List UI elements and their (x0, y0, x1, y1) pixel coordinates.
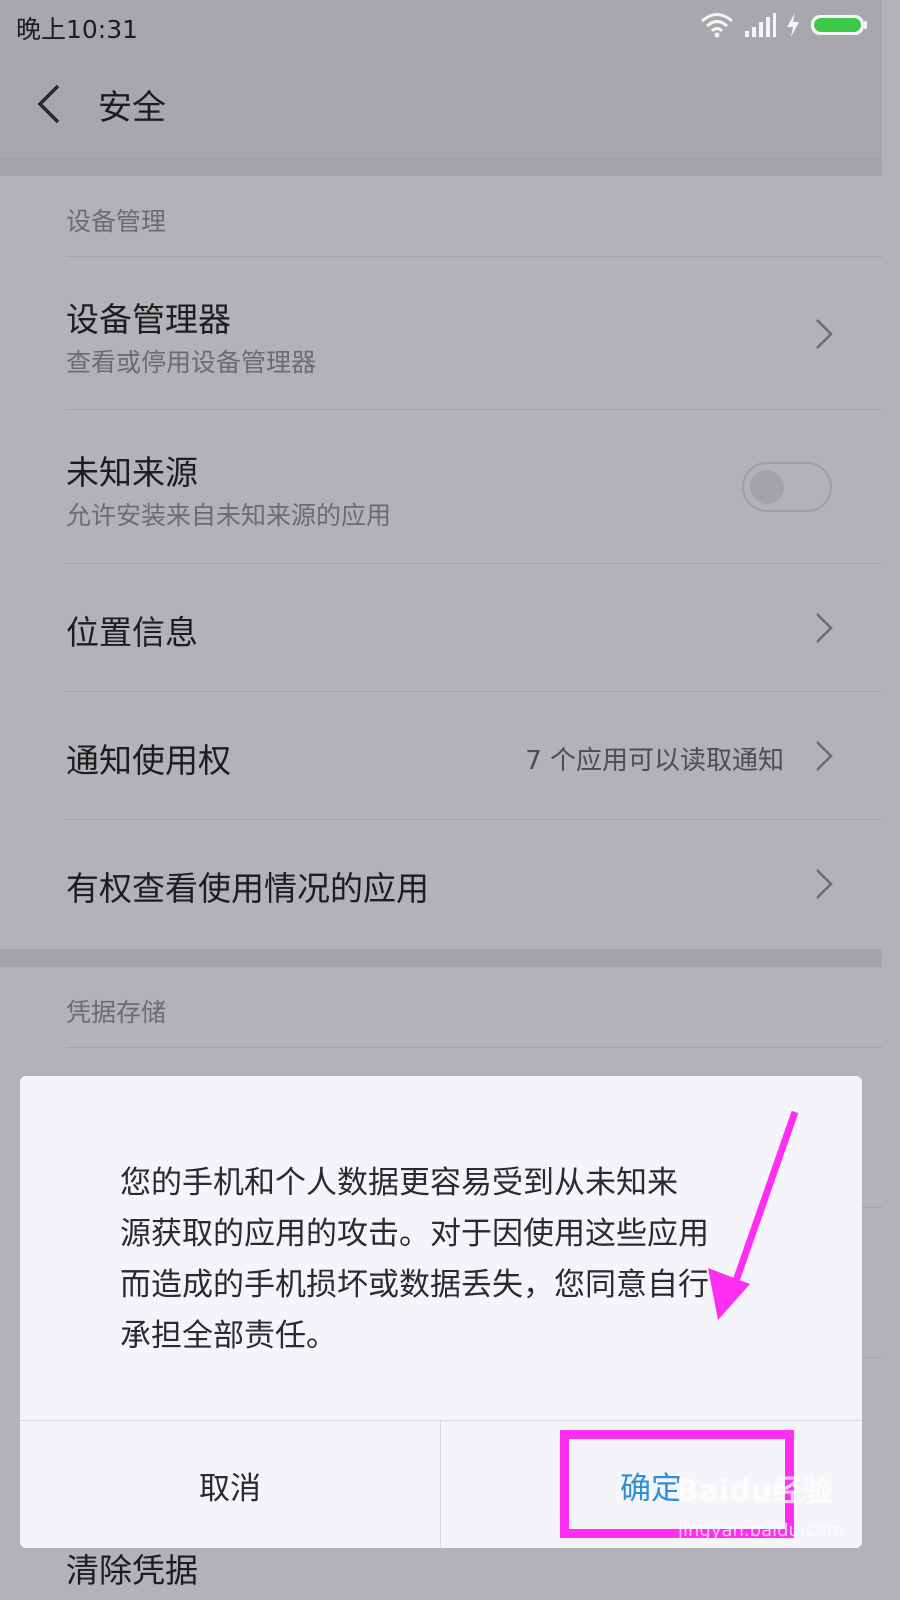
cancel-button[interactable]: 取消 (20, 1421, 441, 1549)
dialog-message: 您的手机和个人数据更容易受到从未知来 源获取的应用的攻击。对于因使用这些应用 而… (120, 1158, 770, 1362)
status-icons (700, 8, 868, 42)
unknown-sources-toggle[interactable] (742, 462, 832, 512)
toggle-knob (750, 470, 784, 504)
status-bar: 晚上10:31 (0, 0, 882, 50)
signal-icon (745, 13, 776, 37)
dialog-message-line: 源获取的应用的攻击。对于因使用这些应用 (120, 1216, 709, 1252)
row-subtitle: 允许安装来自未知来源的应用 (66, 501, 392, 530)
chevron-right-icon (816, 741, 833, 771)
dialog-message-line: 承担全部责任。 (120, 1318, 337, 1354)
dialog-message-line: 而造成的手机损坏或数据丢失，您同意自行 (120, 1267, 709, 1303)
section-divider (0, 949, 882, 967)
chevron-right-icon (816, 869, 833, 899)
section-device-management: 设备管理 设备管理器 查看或停用设备管理器 未知来源 允许安装来自未知来源的应用… (0, 176, 882, 949)
row-location[interactable]: 位置信息 (66, 563, 882, 692)
row-title: 未知来源 (66, 453, 198, 492)
row-title: 设备管理器 (66, 300, 231, 339)
row-unknown-sources[interactable]: 未知来源 允许安装来自未知来源的应用 (66, 409, 882, 564)
row-title: 位置信息 (66, 613, 198, 652)
title-bar: 安全 (0, 50, 882, 158)
page-title: 安全 (98, 88, 166, 128)
charging-icon (787, 13, 799, 37)
divider (0, 158, 882, 177)
watermark-url: jingyan.baidu.com (678, 1520, 845, 1541)
row-title: 通知使用权 (66, 741, 231, 780)
row-device-admin[interactable]: 设备管理器 查看或停用设备管理器 (66, 256, 882, 410)
watermark-logo: Baidu经验 (676, 1474, 833, 1509)
row-title: 有权查看使用情况的应用 (66, 869, 429, 908)
status-time: 晚上10:31 (16, 15, 139, 44)
row-usage-access[interactable]: 有权查看使用情况的应用 (66, 819, 882, 950)
section-header: 设备管理 (66, 207, 167, 236)
row-notification-access[interactable]: 通知使用权 7 个应用可以读取通知 (66, 691, 882, 820)
chevron-right-icon (816, 319, 833, 349)
row-subtitle: 查看或停用设备管理器 (66, 348, 317, 377)
battery-icon (811, 15, 867, 35)
annotation-arrow-icon (708, 1110, 799, 1320)
wifi-icon (701, 13, 733, 38)
chevron-right-icon (816, 613, 833, 643)
dialog-message-line: 您的手机和个人数据更容易受到从未知来 (120, 1165, 678, 1201)
row-value: 7 个应用可以读取通知 (525, 746, 784, 776)
clear-credentials-label[interactable]: 清除凭据 (66, 1544, 198, 1592)
section-header: 凭据存储 (66, 998, 167, 1027)
back-arrow-icon[interactable] (30, 82, 70, 126)
